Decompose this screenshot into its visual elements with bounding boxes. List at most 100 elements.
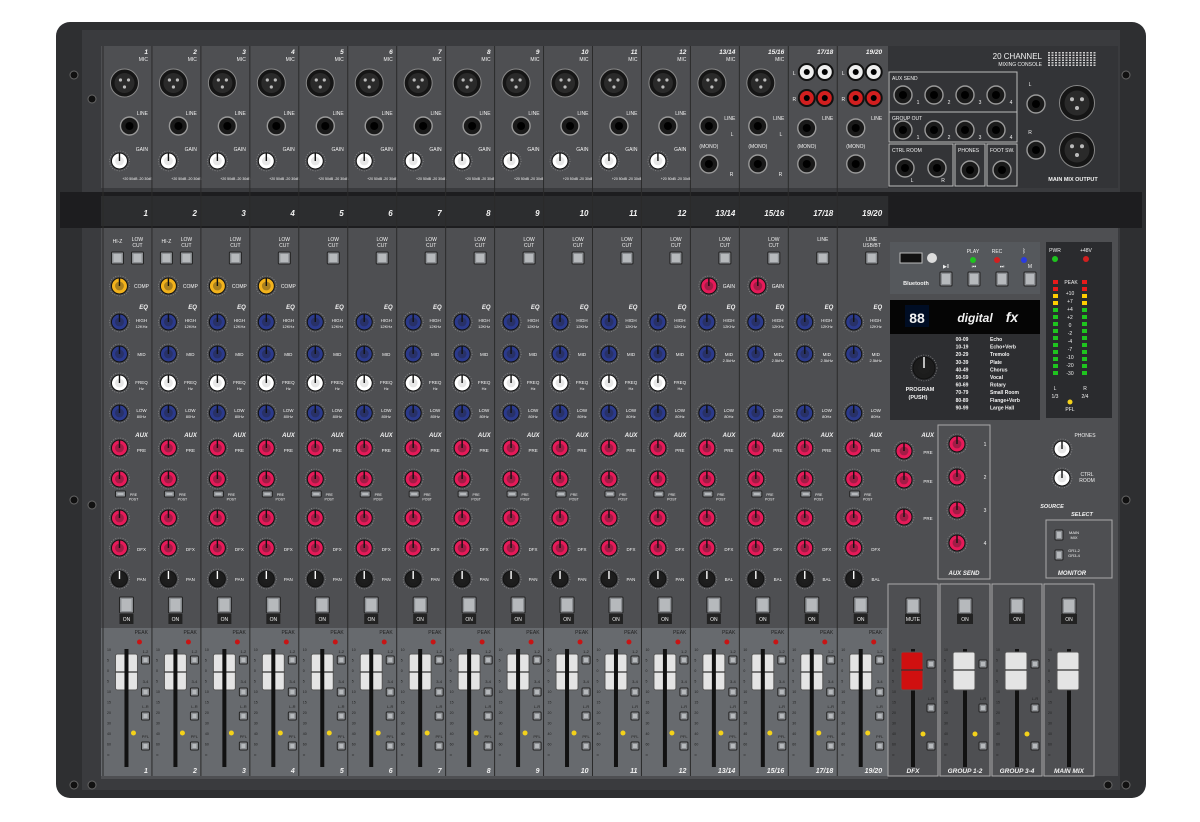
buslr-switch[interactable] — [483, 711, 493, 721]
buslr-switch[interactable] — [238, 711, 248, 721]
line-usb-switch[interactable] — [865, 251, 879, 265]
xlr-input-jack[interactable] — [109, 68, 139, 98]
bus34-switch[interactable] — [875, 687, 885, 697]
xlr-input-jack[interactable] — [648, 68, 678, 98]
pfl-switch[interactable] — [336, 741, 346, 751]
pfl-switch[interactable] — [679, 741, 689, 751]
group-out-jack[interactable] — [893, 120, 913, 140]
pfl-switch[interactable] — [581, 741, 591, 751]
ctrl-room-jack-right[interactable] — [927, 158, 947, 178]
buslr-switch[interactable] — [189, 711, 199, 721]
foot-switch-jack[interactable] — [992, 160, 1012, 180]
line-input-jack[interactable] — [119, 116, 140, 136]
buslr-switch[interactable] — [630, 711, 640, 721]
line-input-jack-right[interactable] — [846, 154, 866, 174]
bus34-switch[interactable] — [238, 687, 248, 697]
channel-on-button[interactable] — [853, 596, 869, 614]
buslr-switch[interactable] — [826, 711, 836, 721]
bus12-switch[interactable] — [728, 655, 738, 665]
pre-post-switch[interactable] — [163, 490, 175, 498]
lowcut-switch[interactable] — [473, 251, 487, 265]
line-input-jack-left[interactable] — [699, 116, 719, 136]
pfl-switch[interactable] — [875, 741, 885, 751]
pre-post-switch[interactable] — [310, 490, 322, 498]
master-group34-button[interactable] — [1009, 597, 1025, 615]
lowcut-switch[interactable] — [522, 251, 536, 265]
usb-transport-button-0[interactable] — [939, 271, 953, 287]
xlr-input-jack[interactable] — [550, 68, 580, 98]
bus12-switch[interactable] — [189, 655, 199, 665]
channel-on-button[interactable] — [118, 596, 134, 614]
pre-post-switch[interactable] — [114, 490, 126, 498]
bus12-switch[interactable] — [532, 655, 542, 665]
line-input-jack[interactable] — [511, 116, 531, 136]
bus12-switch[interactable] — [581, 655, 591, 665]
pfl-switch[interactable] — [630, 741, 640, 751]
xlr-input-jack[interactable] — [305, 68, 335, 98]
lowcut-switch[interactable] — [179, 251, 193, 265]
group-out-jack[interactable] — [924, 120, 944, 140]
pre-post-switch[interactable] — [702, 490, 714, 498]
master-main-button[interactable] — [1061, 597, 1077, 615]
bus34-switch[interactable] — [679, 687, 689, 697]
lowcut-switch[interactable] — [620, 251, 634, 265]
channel-on-button[interactable] — [706, 596, 722, 614]
aux-send-jack[interactable] — [955, 85, 975, 105]
buslr-switch[interactable] — [728, 711, 738, 721]
pre-post-switch[interactable] — [261, 490, 273, 498]
channel-on-button[interactable] — [461, 596, 477, 614]
bus34-switch[interactable] — [287, 687, 297, 697]
line-input-jack[interactable] — [560, 116, 580, 136]
bus12-switch[interactable] — [385, 655, 395, 665]
pfl-switch[interactable] — [434, 741, 444, 751]
line-input-jack-right[interactable] — [797, 154, 817, 174]
bus34-switch[interactable] — [140, 687, 150, 697]
buslr-switch[interactable] — [581, 711, 591, 721]
line-input-jack-left[interactable] — [748, 116, 768, 136]
pfl-switch[interactable] — [287, 741, 297, 751]
channel-on-button[interactable] — [412, 596, 428, 614]
bus12-switch[interactable] — [777, 655, 787, 665]
bus34-switch[interactable] — [777, 687, 787, 697]
group-out-jack[interactable] — [955, 120, 975, 140]
line-input-jack-left[interactable] — [846, 118, 866, 138]
bus34-switch[interactable] — [483, 687, 493, 697]
bus34-switch[interactable] — [189, 687, 199, 697]
lowcut-switch[interactable] — [375, 251, 389, 265]
master-fader-group12[interactable] — [952, 651, 976, 691]
lowcut-switch[interactable] — [718, 251, 732, 265]
buslr-switch[interactable] — [287, 711, 297, 721]
master-bus-switch[interactable] — [1030, 659, 1040, 669]
line-input-jack[interactable] — [364, 116, 384, 136]
pre-post-switch[interactable] — [849, 490, 861, 498]
line-input-jack-left[interactable] — [797, 118, 817, 138]
usb-transport-button-3[interactable] — [1023, 271, 1037, 287]
bus34-switch[interactable] — [581, 687, 591, 697]
master-lr-switch[interactable] — [978, 703, 988, 713]
lowcut-switch[interactable] — [130, 251, 144, 265]
bus12-switch[interactable] — [434, 655, 444, 665]
pre-post-switch[interactable] — [751, 490, 763, 498]
pre-post-switch[interactable] — [457, 490, 469, 498]
bus34-switch[interactable] — [728, 687, 738, 697]
lowcut-switch[interactable] — [571, 251, 585, 265]
group-out-jack[interactable] — [986, 120, 1006, 140]
line-input-jack-right[interactable] — [748, 154, 768, 174]
pre-post-switch[interactable] — [506, 490, 518, 498]
line-usb-switch[interactable] — [816, 251, 830, 265]
hiz-switch[interactable] — [159, 251, 173, 265]
line-input-jack[interactable] — [217, 116, 238, 136]
phones-jack[interactable] — [960, 160, 980, 180]
bus12-switch[interactable] — [630, 655, 640, 665]
channel-on-button[interactable] — [167, 596, 183, 614]
bus34-switch[interactable] — [336, 687, 346, 697]
channel-on-button[interactable] — [608, 596, 624, 614]
xlr-input-jack[interactable] — [158, 68, 188, 98]
buslr-switch[interactable] — [434, 711, 444, 721]
usb-transport-button-2[interactable] — [995, 271, 1009, 287]
line-input-jack[interactable] — [266, 116, 287, 136]
master-fader-main[interactable] — [1056, 651, 1080, 691]
channel-on-button[interactable] — [314, 596, 330, 614]
ctrl-room-jack-left[interactable] — [895, 158, 915, 178]
bus12-switch[interactable] — [875, 655, 885, 665]
